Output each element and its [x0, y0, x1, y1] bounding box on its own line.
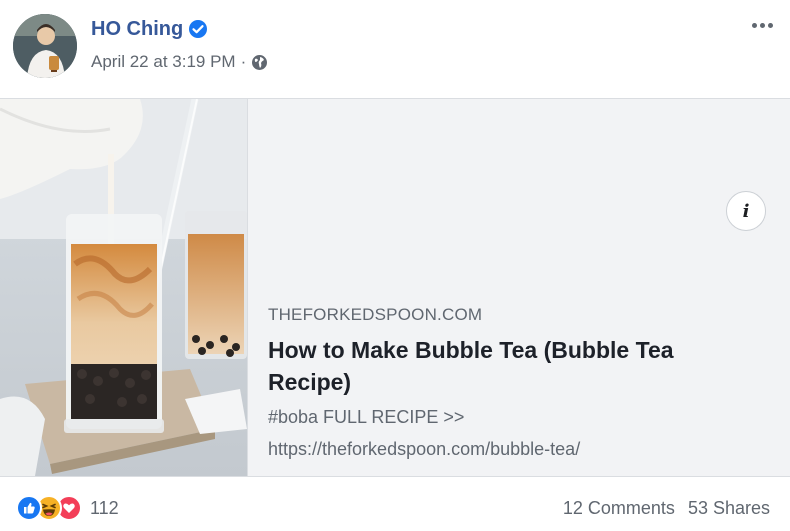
- link-domain: THEFORKEDSPOON.COM: [268, 305, 483, 324]
- link-title[interactable]: How to Make Bubble Tea (Bubble Tea Recip…: [268, 334, 738, 398]
- like-icon: [16, 495, 42, 521]
- author-name[interactable]: HO Ching: [91, 17, 183, 41]
- avatar-image: [13, 14, 77, 78]
- globe-icon[interactable]: [251, 54, 268, 71]
- engagement-stats: 12 Comments 53 Shares: [550, 498, 770, 519]
- link-text-block[interactable]: THEFORKEDSPOON.COM How to Make Bubble Te…: [268, 304, 738, 465]
- reactions-summary[interactable]: 112: [16, 495, 119, 521]
- verified-badge-icon: [188, 19, 208, 39]
- bubble-tea-image: [0, 99, 247, 476]
- post-header: HO Ching April 22 at 3:19 PM ·: [0, 0, 790, 98]
- link-preview-card[interactable]: i THEFORKEDSPOON.COM How to Make Bubble …: [0, 98, 790, 477]
- post-footer: 112 12 Comments 53 Shares: [0, 476, 790, 531]
- shares-count[interactable]: 53 Shares: [688, 498, 770, 519]
- link-thumbnail[interactable]: [0, 99, 248, 476]
- link-description-line1: #boba FULL RECIPE >>: [268, 407, 465, 427]
- link-description-line2: https://theforkedspoon.com/bubble-tea/: [268, 439, 581, 459]
- post-timestamp[interactable]: April 22 at 3:19 PM: [91, 52, 236, 72]
- comments-count[interactable]: 12 Comments: [563, 498, 675, 519]
- reaction-count[interactable]: 112: [90, 498, 119, 519]
- info-button[interactable]: i: [726, 191, 766, 231]
- avatar[interactable]: [13, 14, 77, 78]
- meta-separator: ·: [240, 52, 247, 71]
- more-options-icon[interactable]: [745, 16, 779, 34]
